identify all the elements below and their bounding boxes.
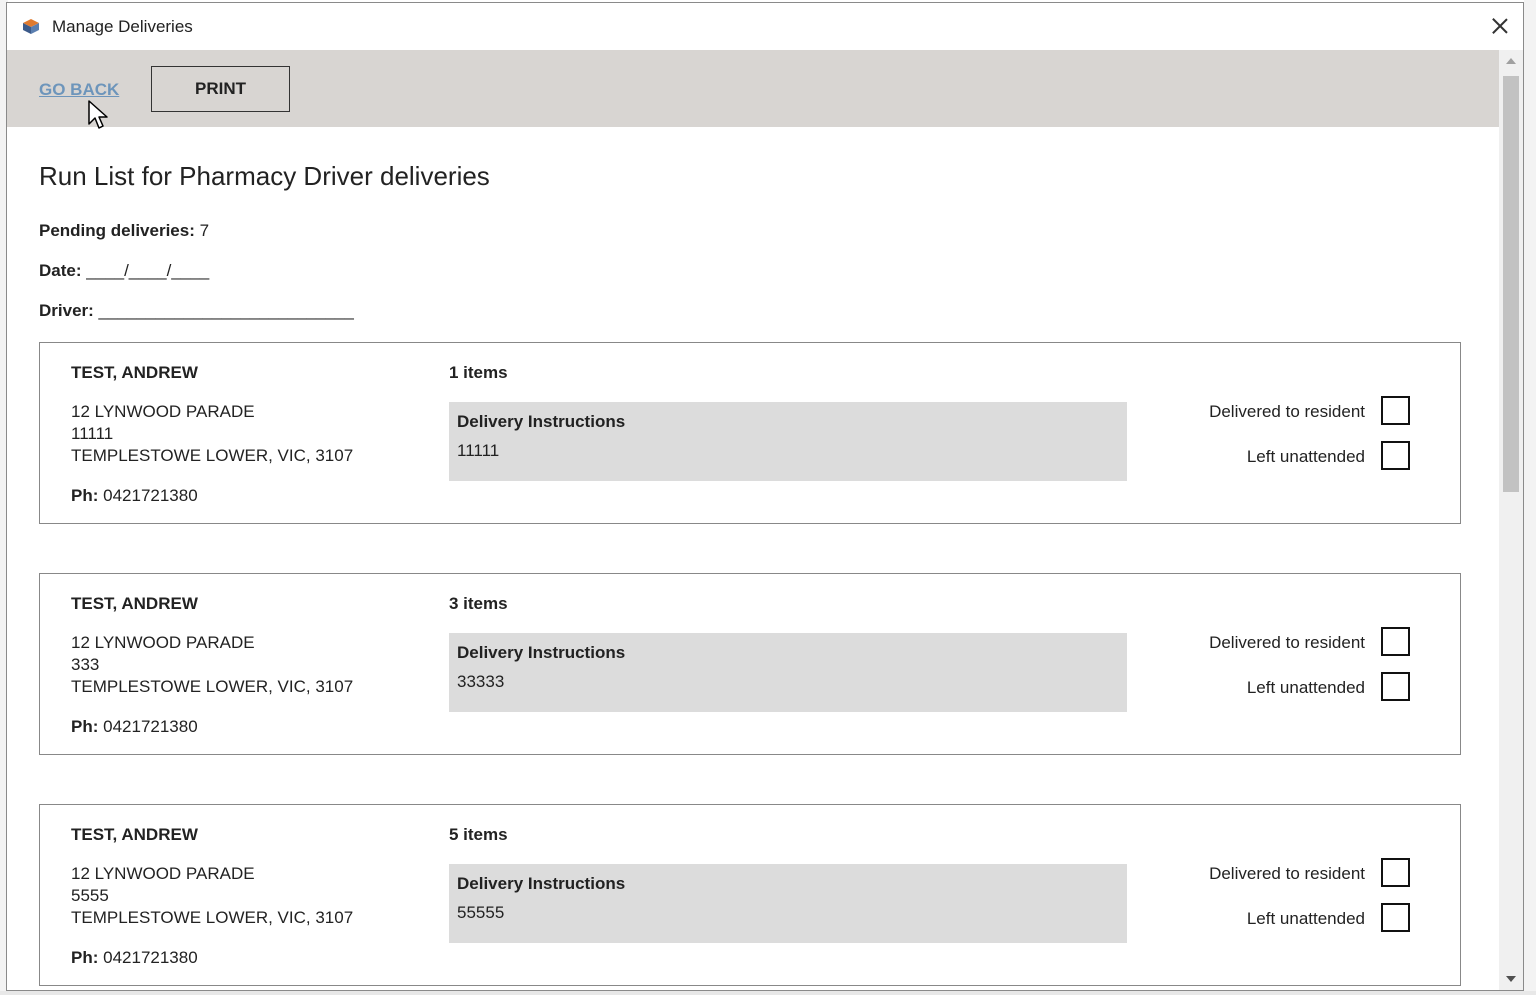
delivery-card: TEST, ANDREW 12 LYNWOOD PARADE 333 TEMPL… [39,573,1461,755]
phone-number: 0421721380 [103,486,198,505]
pending-count: 7 [199,221,210,240]
resident-name: TEST, ANDREW [71,363,198,382]
left-unattended-checkbox[interactable] [1381,441,1410,470]
phone-label: Ph: [71,717,99,736]
phone-number: 0421721380 [103,717,198,736]
driver-line: Driver: ___________________________ [39,301,354,321]
address-line-2: 5555 [71,886,109,905]
background-app-edge-bottom [0,991,1536,995]
run-list-content: Run List for Pharmacy Driver deliveries … [7,127,1499,989]
title-bar: Manage Deliveries [7,3,1523,49]
item-count: 5 items [449,825,508,844]
print-button[interactable]: PRINT [151,66,290,112]
item-count: 3 items [449,594,508,613]
app-logo-icon [23,19,39,34]
phone-label: Ph: [71,486,99,505]
delivery-instructions-box: Delivery Instructions 33333 [449,633,1127,712]
left-unattended-label: Left unattended [1246,909,1365,928]
date-line: Date: ____/____/____ [39,261,209,281]
scroll-up-arrow-icon[interactable] [1506,58,1516,64]
instructions-text: 33333 [457,672,505,691]
close-icon[interactable] [1485,11,1515,41]
page-title: Run List for Pharmacy Driver deliveries [39,161,490,191]
delivered-to-resident-label: Delivered to resident [1209,864,1365,883]
address-line-1: 12 LYNWOOD PARADE [71,864,255,883]
driver-blank: ___________________________ [98,301,354,320]
delivery-card: TEST, ANDREW 12 LYNWOOD PARADE 11111 TEM… [39,342,1461,524]
phone-number: 0421721380 [103,948,198,967]
delivery-instructions-box: Delivery Instructions 11111 [449,402,1127,481]
date-blank: ____/____/____ [86,261,210,280]
instructions-text: 11111 [457,441,500,460]
item-count: 1 items [449,363,508,382]
manage-deliveries-window: Manage Deliveries GO BACK PRINT Run List… [6,2,1524,991]
background-app-edge-right [1524,0,1536,995]
address-line-2: 333 [71,655,100,674]
address-line-3: TEMPLESTOWE LOWER, VIC, 3107 [71,677,354,696]
delivery-card: TEST, ANDREW 12 LYNWOOD PARADE 5555 TEMP… [39,804,1461,986]
delivery-instructions-box: Delivery Instructions 55555 [449,864,1127,943]
phone-line: Ph: 0421721380 [71,717,198,737]
address-line-3: TEMPLESTOWE LOWER, VIC, 3107 [71,446,354,465]
phone-line: Ph: 0421721380 [71,948,198,968]
resident-name: TEST, ANDREW [71,825,198,844]
instructions-title: Delivery Instructions [457,874,626,893]
address-line-1: 12 LYNWOOD PARADE [71,402,255,421]
address-line-2: 11111 [71,424,114,443]
delivered-to-resident-checkbox[interactable] [1381,396,1410,425]
go-back-link[interactable]: GO BACK [39,80,119,100]
delivered-to-resident-label: Delivered to resident [1209,402,1365,421]
driver-label: Driver: [39,301,94,320]
window-title: Manage Deliveries [52,17,193,36]
delivered-to-resident-checkbox[interactable] [1381,858,1410,887]
delivered-to-resident-label: Delivered to resident [1209,633,1365,652]
phone-label: Ph: [71,948,99,967]
left-unattended-label: Left unattended [1246,678,1365,697]
left-unattended-label: Left unattended [1246,447,1365,466]
instructions-title: Delivery Instructions [457,643,626,662]
resident-name: TEST, ANDREW [71,594,198,613]
pending-deliveries-line: Pending deliveries: 7 [39,221,209,241]
instructions-text: 55555 [457,903,505,922]
address-line-1: 12 LYNWOOD PARADE [71,633,255,652]
address-line-3: TEMPLESTOWE LOWER, VIC, 3107 [71,908,354,927]
delivered-to-resident-checkbox[interactable] [1381,627,1410,656]
phone-line: Ph: 0421721380 [71,486,198,506]
pending-label: Pending deliveries: [39,221,195,240]
left-unattended-checkbox[interactable] [1381,903,1410,932]
scroll-down-arrow-icon[interactable] [1506,976,1516,982]
scroll-thumb[interactable] [1503,76,1519,492]
date-label: Date: [39,261,82,280]
vertical-scrollbar[interactable] [1499,50,1523,990]
instructions-title: Delivery Instructions [457,412,626,431]
toolbar: GO BACK PRINT [7,50,1499,127]
left-unattended-checkbox[interactable] [1381,672,1410,701]
